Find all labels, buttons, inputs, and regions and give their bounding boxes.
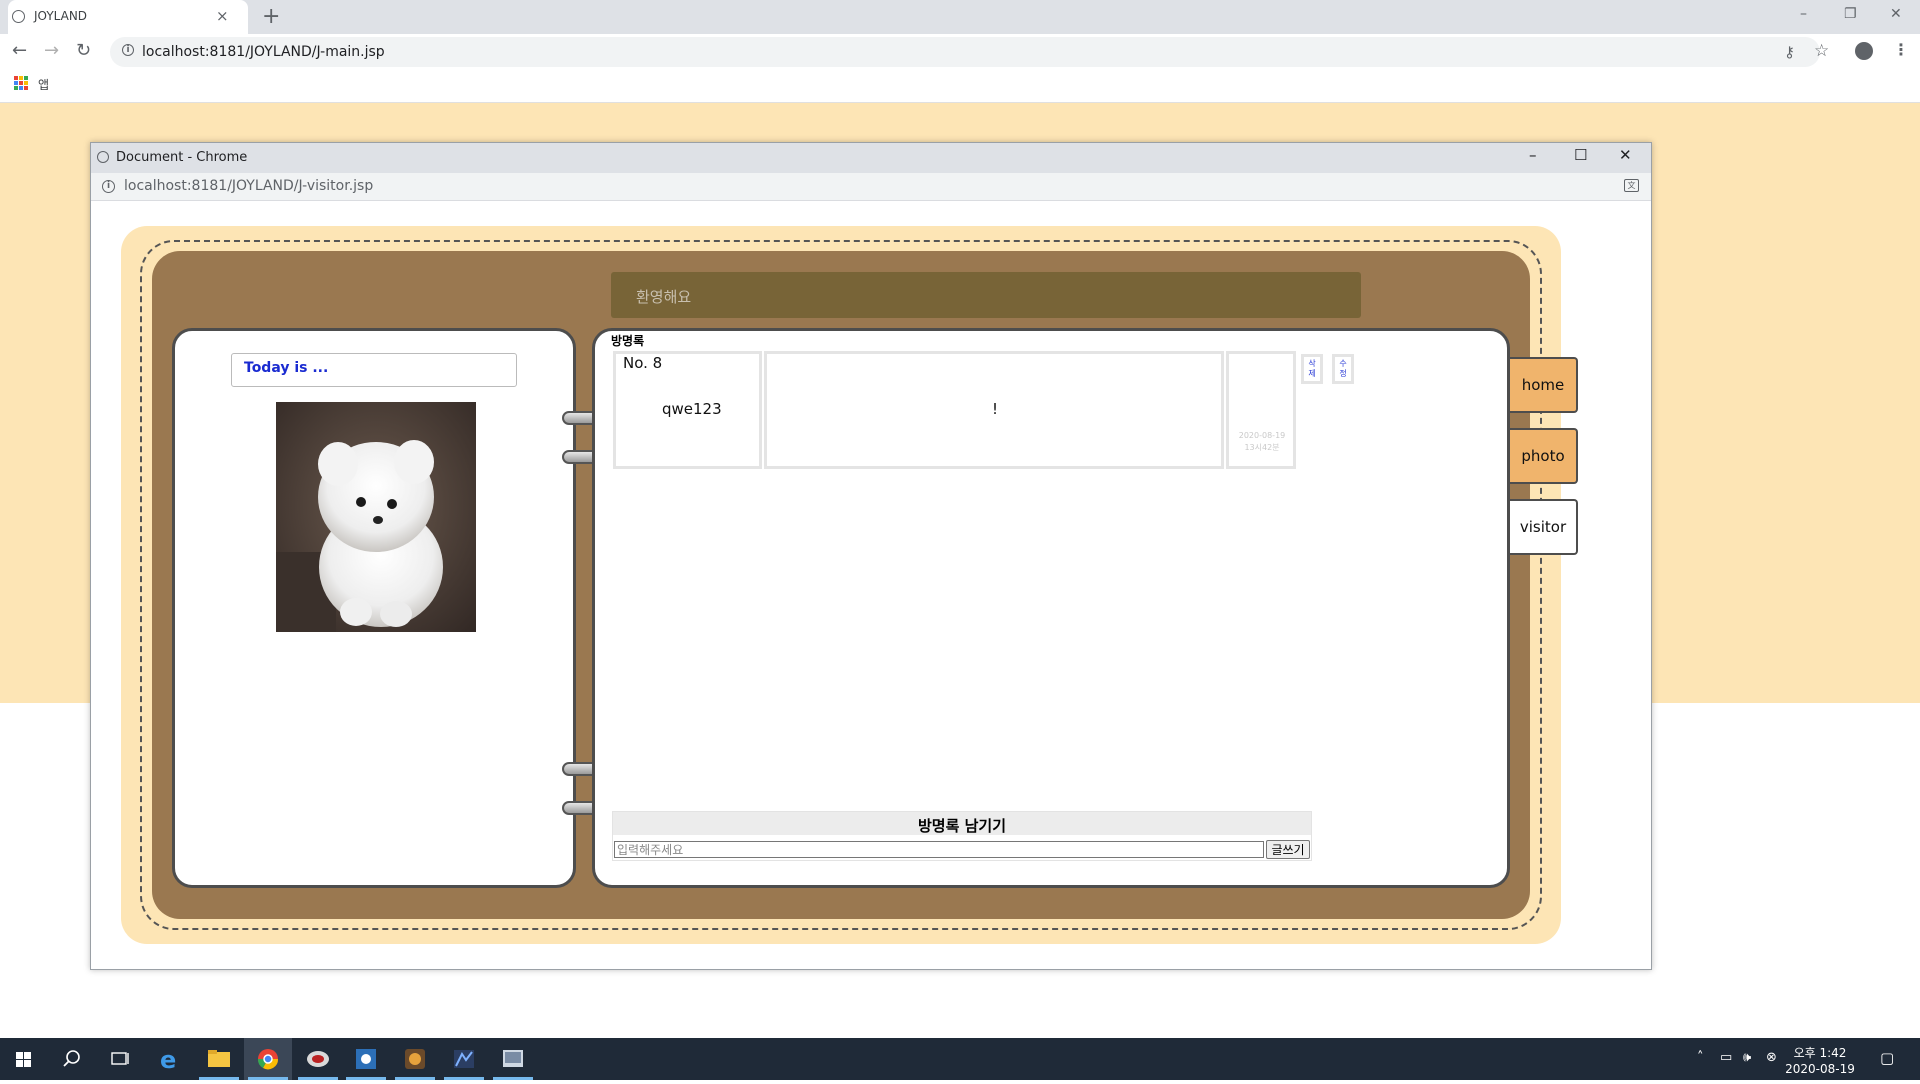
app-icon[interactable]	[440, 1038, 488, 1080]
tray-chevron-icon[interactable]: ˄	[1697, 1050, 1704, 1065]
popup-title: Document - Chrome	[116, 150, 248, 165]
profile-icon[interactable]	[1855, 42, 1873, 60]
search-icon[interactable]	[48, 1038, 96, 1080]
edit-entry-button[interactable]: 수정	[1332, 354, 1354, 384]
popup-maximize-button[interactable]: ☐	[1574, 146, 1587, 164]
tab-visitor[interactable]: visitor	[1510, 499, 1578, 555]
entry-number: No. 8	[623, 354, 663, 372]
file-explorer-icon[interactable]	[195, 1038, 243, 1080]
entry-writer: qwe123	[662, 400, 722, 418]
reload-icon[interactable]: ↻	[76, 40, 91, 61]
volume-icon[interactable]: 🕪	[1743, 1050, 1751, 1065]
app-icon[interactable]	[489, 1038, 537, 1080]
apps-grid-icon[interactable]	[14, 76, 28, 90]
welcome-banner	[611, 272, 1361, 318]
close-icon[interactable]: ×	[216, 7, 229, 25]
entry-content: !	[992, 400, 999, 418]
chrome-icon[interactable]	[244, 1038, 292, 1080]
entry-date: 2020-08-19 13시42분	[1232, 430, 1292, 454]
restore-window-button[interactable]: ❐	[1844, 6, 1857, 22]
translate-icon[interactable]: 文	[1624, 179, 1639, 192]
welcome-text: 환영해요	[636, 288, 692, 306]
network-icon[interactable]: ▭	[1720, 1050, 1732, 1065]
tab-photo[interactable]: photo	[1510, 428, 1578, 484]
windows-start-icon[interactable]	[0, 1038, 48, 1080]
tab-home[interactable]: home	[1510, 357, 1578, 413]
edge-icon[interactable]: e	[146, 1038, 194, 1080]
write-form-title: 방명록 남기기	[917, 817, 1007, 835]
globe-icon	[97, 151, 109, 163]
app-icon[interactable]	[342, 1038, 390, 1080]
star-icon[interactable]: ☆	[1814, 41, 1829, 61]
app-icon[interactable]	[391, 1038, 439, 1080]
notification-status-icon[interactable]: ⊗	[1766, 1050, 1777, 1065]
popup-title-bar[interactable]	[91, 143, 1651, 173]
plus-icon[interactable]: +	[262, 4, 280, 29]
guestbook-title: 방명록	[611, 334, 645, 348]
taskbar-clock-date[interactable]: 2020-08-19	[1785, 1062, 1855, 1076]
popup-minimize-button[interactable]: –	[1529, 146, 1537, 164]
kebab-menu-icon[interactable]: ⋮	[1893, 40, 1909, 59]
entry-date-day: 2020-08-19	[1238, 431, 1286, 440]
today-label: Today is ...	[244, 360, 329, 376]
key-icon[interactable]: ⚷	[1784, 43, 1795, 61]
tab-title: JOYLAND	[34, 9, 88, 23]
submit-post-button[interactable]: 글쓰기	[1266, 840, 1310, 859]
forward-arrow-icon[interactable]: →	[44, 40, 59, 61]
browser-tab-strip	[0, 0, 1920, 34]
apps-shortcut-label[interactable]: 앱	[38, 76, 49, 93]
popup-close-button[interactable]: ✕	[1619, 146, 1632, 164]
action-center-icon[interactable]: ▢	[1880, 1049, 1894, 1067]
app-icon[interactable]	[294, 1038, 342, 1080]
dog-image	[276, 402, 476, 632]
profile-photo	[276, 402, 476, 632]
taskbar-clock-time[interactable]: 오후 1:42	[1785, 1044, 1855, 1061]
minimize-window-button[interactable]: –	[1800, 6, 1807, 22]
info-icon[interactable]: i	[122, 44, 134, 56]
info-icon[interactable]: i	[102, 180, 115, 193]
bookmarks-bar	[0, 70, 1920, 103]
task-view-icon[interactable]	[96, 1038, 144, 1080]
svg-text:e: e	[160, 1046, 176, 1074]
globe-icon	[12, 10, 25, 23]
entry-date-time: 13시42분	[1244, 443, 1280, 452]
address-bar-url[interactable]: localhost:8181/JOYLAND/J-main.jsp	[142, 44, 385, 60]
back-arrow-icon[interactable]: ←	[12, 40, 27, 61]
guestbook-input[interactable]	[614, 841, 1264, 858]
delete-entry-button[interactable]: 삭제	[1301, 354, 1323, 384]
popup-url: localhost:8181/JOYLAND/J-visitor.jsp	[124, 178, 374, 194]
close-window-button[interactable]: ✕	[1890, 6, 1902, 22]
